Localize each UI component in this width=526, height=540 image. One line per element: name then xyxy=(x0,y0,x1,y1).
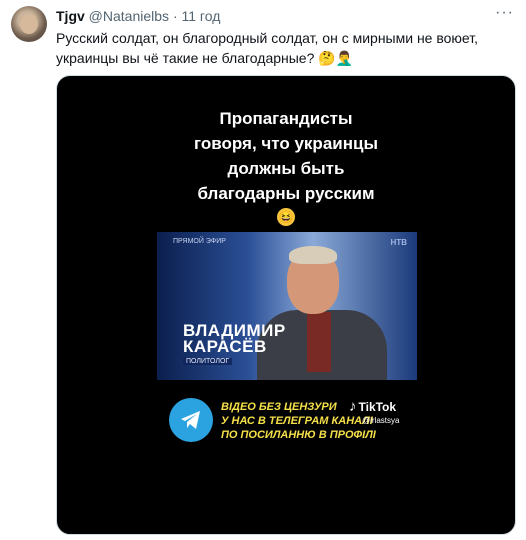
speaker-tie xyxy=(307,312,331,372)
caption-line-4: благодарны русским xyxy=(197,184,375,203)
tiktok-icon: ♪ xyxy=(349,398,357,415)
tweet[interactable]: Tjgv @Natanielbs · 11 год ··· Русский со… xyxy=(0,0,526,540)
video-frame[interactable]: ПРЯМОЙ ЭФИР НТВ ВЛАДИМИР КАРАСЁВ ПОЛИТОЛ… xyxy=(157,232,417,380)
more-icon[interactable]: ··· xyxy=(495,4,514,22)
caption-line-2: говоря, что украинцы xyxy=(194,134,378,153)
telegram-icon xyxy=(169,398,213,442)
promo-line-2: У НАС В ТЕЛЕГРАМ КАНАЛІ xyxy=(221,415,373,427)
tiktok-label: TikTok xyxy=(358,400,397,414)
tweet-header: Tjgv @Natanielbs · 11 год xyxy=(56,8,220,24)
promo-line-3: ПО ПОСИЛАННЮ В ПРОФІЛІ xyxy=(221,429,376,441)
tweet-text-emojis: 🤔🤦‍♂️ xyxy=(318,50,354,66)
caption-line-3: должны быть xyxy=(227,159,345,178)
avatar[interactable] xyxy=(11,6,47,42)
timestamp[interactable]: 11 год xyxy=(182,8,221,24)
separator: · xyxy=(172,8,178,24)
caption-line-1: Пропагандисты xyxy=(219,109,353,128)
speaker-role: ПОЛИТОЛОГ xyxy=(183,358,233,365)
tweet-text: Русский солдат, он благородный солдат, о… xyxy=(56,28,516,68)
tiktok-handle: @irlastsya xyxy=(362,416,400,425)
speaker-last-name: КАРАСЁВ xyxy=(183,337,267,356)
tweet-text-body: Русский солдат, он благородный солдат, о… xyxy=(56,30,478,66)
display-name[interactable]: Tjgv xyxy=(56,8,85,24)
tweet-media[interactable]: Пропагандисты говоря, что украинцы должн… xyxy=(56,75,516,535)
tiktok-logo: ♪ TikTok xyxy=(349,398,396,415)
media-caption: Пропагандисты говоря, что украинцы должн… xyxy=(57,106,515,206)
user-handle[interactable]: @Natanielbs xyxy=(89,8,169,24)
channel-brand: НТВ xyxy=(390,238,407,247)
channel-label: ПРЯМОЙ ЭФИР xyxy=(173,238,226,245)
laughing-emoji-icon: 😆 xyxy=(277,208,295,226)
speaker-hair xyxy=(289,246,337,264)
